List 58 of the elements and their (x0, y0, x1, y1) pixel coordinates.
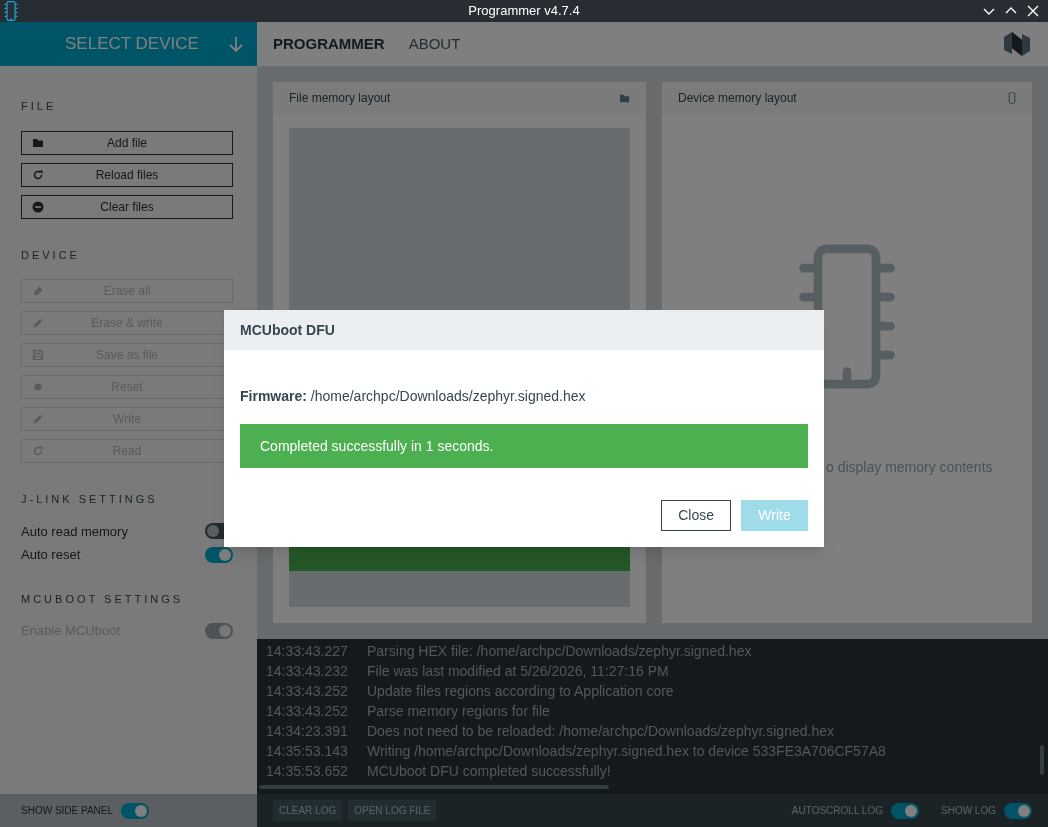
log-time: 14:34:23.391 (266, 721, 349, 741)
log-message: Parsing HEX file: /home/archpc/Downloads/zephyr.signed.hex (367, 641, 752, 661)
toggle-switch[interactable] (891, 802, 919, 819)
log-message: MCUboot DFU completed successfully! (367, 761, 611, 781)
nav-tab[interactable]: ABOUT (408, 32, 461, 56)
toggle-switch[interactable] (121, 802, 150, 819)
reload-icon (32, 445, 44, 457)
section-heading: MCUBOOT SETTINGS (21, 591, 185, 607)
chip-icon (1008, 92, 1016, 104)
close-icon[interactable] (1026, 4, 1040, 18)
log-time: 14:33:43.252 (266, 681, 349, 701)
log-message: Does not need to be reloaded: /home/archpc/Downloads/zephyr.signed.hex (367, 721, 834, 741)
section-heading: DEVICE (21, 247, 81, 263)
log-message: File was last modified at 5/26/2026, 11:27:16 PM (367, 661, 669, 681)
folder-icon (619, 92, 630, 104)
toggle-switch[interactable] (205, 546, 233, 563)
eraser-icon (32, 285, 44, 297)
success-message: Completed successfully in 1 seconds. (240, 424, 808, 468)
panel-title: Device memory layout (678, 90, 798, 107)
log-time: 14:33:43.232 (266, 661, 349, 681)
window-title: Programmer v4.7.4 (467, 2, 581, 21)
scrollbar (1040, 745, 1044, 775)
dot-icon (32, 381, 44, 393)
save-icon (32, 349, 44, 361)
log-time: 14:35:53.652 (266, 761, 349, 781)
app-icon (4, 1, 18, 21)
panel-title: File memory layout (289, 90, 392, 107)
log-button[interactable]: CLEAR LOG (273, 800, 343, 821)
toggle-switch[interactable] (1004, 802, 1032, 819)
dialog-title: MCUboot DFU (240, 320, 335, 340)
sidebar-button[interactable]: Add file (21, 130, 233, 155)
log-message: Update files regions according to Application core (367, 681, 674, 701)
minus-circle-icon (32, 200, 44, 213)
pencil-icon (32, 413, 44, 425)
log-message: Parse memory regions for file (367, 701, 550, 721)
section-heading: J-LINK SETTINGS (21, 492, 159, 507)
log-message: Writing /home/archpc/Downloads/zephyr.signed.hex to device 533FE3A706CF57A8 (367, 741, 886, 761)
toggle-label: SHOW SIDE PANEL (21, 804, 114, 818)
sidebar-button[interactable]: Clear files (21, 194, 233, 219)
dialog-button[interactable]: Close (661, 500, 731, 531)
toggle-label: AUTOSCROLL LOG (791, 804, 883, 818)
log-time: 14:33:43.252 (266, 701, 349, 721)
logo-icon (1003, 31, 1031, 57)
toggle-label: Auto read memory (21, 522, 129, 541)
toggle-label: Auto reset (21, 546, 82, 564)
section-heading: FILE (21, 99, 58, 114)
sidebar-button[interactable]: Reload files (21, 162, 233, 187)
log-time: 14:33:43.227 (266, 641, 349, 661)
reload-icon (32, 168, 44, 181)
arrow-down-icon (227, 35, 245, 53)
device-selector[interactable]: SELECT DEVICE (0, 22, 257, 66)
log-button[interactable]: OPEN LOG FILE (348, 800, 437, 821)
folder-icon (32, 136, 44, 149)
nav-tab[interactable]: PROGRAMMER (273, 32, 385, 56)
toggle-label: SHOW LOG (941, 804, 996, 818)
pencil-icon (32, 317, 44, 329)
log-time: 14:35:53.143 (266, 741, 349, 761)
firmware-path: Firmware: /home/archpc/Downloads/zephyr.signed.hex (240, 388, 586, 404)
